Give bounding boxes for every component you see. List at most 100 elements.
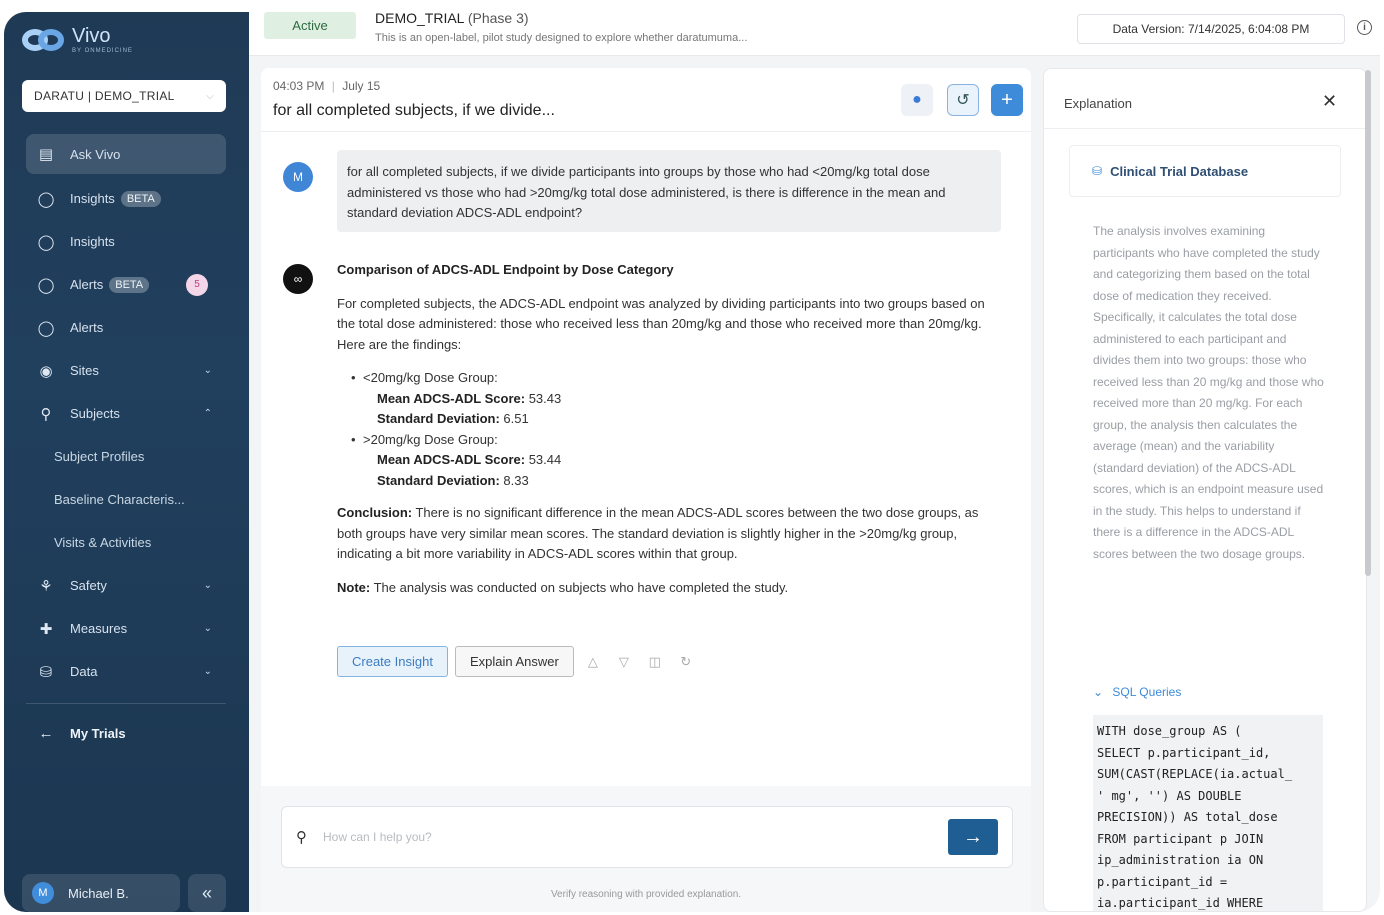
close-icon[interactable]: ✕ bbox=[1322, 91, 1337, 112]
database-icon: ⛁ bbox=[1092, 164, 1103, 178]
group-name: <20mg/kg Dose Group: bbox=[363, 370, 498, 385]
sidebar-subitem-baseline[interactable]: Baseline Characteris... bbox=[26, 478, 226, 521]
sd-value: 8.33 bbox=[503, 472, 529, 488]
sidebar-item-label: My Trials bbox=[70, 726, 126, 741]
sql-code-block: WITH dose_group AS ( SELECT p.participan… bbox=[1093, 715, 1323, 911]
history-icon[interactable]: ↺ bbox=[947, 84, 979, 116]
study-phase: (Phase 3) bbox=[467, 12, 529, 26]
answer-heading: Comparison of ADCS-ADL Endpoint by Dose … bbox=[337, 262, 674, 277]
brand-name: Vivo bbox=[72, 25, 111, 47]
chat-time: 04:03 PM bbox=[273, 79, 325, 93]
chevron-up-icon: ⌃ bbox=[203, 408, 212, 419]
medkit-icon: ✚ bbox=[39, 620, 53, 638]
source-card: ⛁ Clinical Trial Database bbox=[1069, 145, 1341, 197]
group-sd: Standard Deviation: 8.33 bbox=[363, 471, 987, 492]
study-description: This is an open-label, pilot study desig… bbox=[375, 32, 748, 44]
chat-panel: 04:03 PM | July 15 for all completed sub… bbox=[261, 68, 1031, 912]
create-insight-button[interactable]: Create Insight bbox=[337, 646, 448, 677]
list-item: <20mg/kg Dose Group: Mean ADCS-ADL Score… bbox=[351, 368, 987, 430]
sidebar-item-label: Alerts bbox=[70, 277, 104, 292]
sidebar-item-label: Safety bbox=[70, 578, 107, 593]
avatar: M bbox=[283, 162, 313, 192]
sidebar-item-insights[interactable]: ◯ Insights bbox=[26, 220, 226, 263]
info-icon[interactable]: i bbox=[1357, 20, 1372, 35]
chat-input[interactable]: ⚲ How can I help you? → bbox=[281, 806, 1013, 868]
location-icon: ◉ bbox=[39, 362, 53, 380]
sidebar-nav: ▤ Ask Vivo ◯ Insights BETA ◯ Insights ◯ … bbox=[26, 134, 226, 755]
user-name: Michael B. bbox=[68, 885, 129, 901]
source-name: Clinical Trial Database bbox=[1110, 163, 1249, 179]
sidebar-item-alerts[interactable]: ◯ Alerts bbox=[26, 306, 226, 349]
answer-note: Note: The analysis was conducted on subj… bbox=[337, 578, 987, 599]
explanation-text: The analysis involves examining particip… bbox=[1093, 224, 1324, 561]
toggle-icon[interactable]: ● bbox=[901, 84, 933, 116]
shield-icon: ◯ bbox=[37, 276, 55, 294]
study-name: DEMO_TRIAL bbox=[375, 12, 464, 26]
sidebar-item-subjects[interactable]: ⚲ Subjects ⌃ bbox=[26, 392, 226, 435]
logo[interactable]: Vivo BY ONMEDICINE bbox=[22, 26, 133, 54]
scrollbar[interactable] bbox=[1365, 70, 1371, 576]
sidebar-item-data[interactable]: ⛁ Data ⌄ bbox=[26, 650, 226, 693]
alerts-count-badge: 5 bbox=[186, 273, 208, 296]
mean-label: Mean ADCS-ADL Score: bbox=[377, 390, 526, 406]
list-item: >20mg/kg Dose Group: Mean ADCS-ADL Score… bbox=[351, 430, 987, 492]
answer-groups: <20mg/kg Dose Group: Mean ADCS-ADL Score… bbox=[337, 368, 987, 491]
chat-date: July 15 bbox=[342, 79, 381, 93]
refresh-icon[interactable]: ↻ bbox=[674, 650, 698, 674]
explanation-header: Explanation ✕ bbox=[1044, 69, 1366, 129]
group-sd: Standard Deviation: 6.51 bbox=[363, 409, 987, 430]
chevron-down-icon: ⌄ bbox=[203, 623, 212, 634]
group-mean: Mean ADCS-ADL Score: 53.44 bbox=[363, 450, 987, 471]
assistant-answer: Comparison of ADCS-ADL Endpoint by Dose … bbox=[337, 260, 987, 611]
mean-value: 53.43 bbox=[528, 390, 562, 406]
chat-input-placeholder[interactable]: How can I help you? bbox=[323, 830, 948, 844]
new-chat-button[interactable]: + bbox=[991, 84, 1023, 116]
chevron-down-icon: ⌄ bbox=[1093, 685, 1104, 699]
explanation-panel: Explanation ✕ ⛁ Clinical Trial Database … bbox=[1043, 68, 1367, 912]
sidebar-subitem-subject-profiles[interactable]: Subject Profiles bbox=[26, 435, 226, 478]
thumbs-down-icon[interactable]: ▽ bbox=[612, 650, 636, 674]
chevron-down-icon: ⌵ bbox=[206, 90, 214, 102]
sidebar-subitem-visits[interactable]: Visits & Activities bbox=[26, 521, 226, 564]
database-icon: ⛁ bbox=[39, 663, 53, 681]
answer-conclusion: Conclusion: There is no significant diff… bbox=[337, 503, 987, 565]
shield-icon: ◯ bbox=[37, 319, 55, 337]
sidebar-item-insights-beta[interactable]: ◯ Insights BETA bbox=[26, 177, 226, 220]
trial-selector[interactable]: DARATU | DEMO_TRIAL ⌵ bbox=[22, 80, 226, 112]
sidebar-item-my-trials[interactable]: ← My Trials bbox=[26, 712, 226, 755]
sidebar-item-label: Insights bbox=[70, 191, 115, 206]
sidebar-item-measures[interactable]: ✚ Measures ⌄ bbox=[26, 607, 226, 650]
sidebar-item-safety[interactable]: ⚘ Safety ⌄ bbox=[26, 564, 226, 607]
sd-label: Standard Deviation: bbox=[377, 411, 500, 426]
sql-queries-toggle[interactable]: ⌄ SQL Queries bbox=[1093, 685, 1181, 699]
note-text: The analysis was conducted on subjects w… bbox=[370, 579, 789, 595]
sd-label: Standard Deviation: bbox=[377, 472, 500, 488]
group-mean: Mean ADCS-ADL Score: 53.43 bbox=[363, 389, 987, 410]
collapse-sidebar-button[interactable]: « bbox=[188, 874, 226, 912]
chat-title: for all completed subjects, if we divide… bbox=[273, 102, 555, 119]
beta-badge: BETA bbox=[120, 190, 161, 207]
sidebar-item-label: Sites bbox=[70, 363, 99, 378]
lightbulb-icon: ◯ bbox=[37, 233, 55, 251]
user-message: for all completed subjects, if we divide… bbox=[337, 150, 1001, 232]
hands-icon: ⚘ bbox=[39, 577, 53, 595]
sidebar-item-alerts-beta[interactable]: ◯ Alerts BETA 5 bbox=[26, 263, 226, 306]
copy-icon[interactable]: ◫ bbox=[643, 650, 667, 674]
data-version-badge: Data Version: 7/14/2025, 6:04:08 PM bbox=[1077, 14, 1345, 44]
explain-answer-button[interactable]: Explain Answer bbox=[454, 646, 574, 677]
sidebar-item-label: Subjects bbox=[70, 406, 120, 421]
vivo-logo-icon bbox=[22, 26, 66, 54]
thumbs-up-icon[interactable]: △ bbox=[581, 650, 605, 674]
sidebar-item-sites[interactable]: ◉ Sites ⌄ bbox=[26, 349, 226, 392]
app-window: Vivo BY ONMEDICINE DARATU | DEMO_TRIAL ⌵… bbox=[4, 12, 1380, 912]
send-button[interactable]: → bbox=[948, 819, 998, 855]
conclusion-label: Conclusion: bbox=[337, 505, 413, 520]
sd-value: 6.51 bbox=[503, 411, 529, 426]
answer-intro: For completed subjects, the ADCS-ADL end… bbox=[337, 295, 985, 352]
brand-subtitle: BY ONMEDICINE bbox=[72, 48, 133, 54]
user-menu[interactable]: M Michael B. bbox=[22, 874, 180, 912]
sidebar-item-label: Alerts bbox=[70, 320, 104, 335]
sidebar-item-label: Insights bbox=[70, 234, 115, 249]
status-badge: Active bbox=[264, 12, 356, 39]
sidebar-item-ask-vivo[interactable]: ▤ Ask Vivo bbox=[26, 134, 226, 174]
